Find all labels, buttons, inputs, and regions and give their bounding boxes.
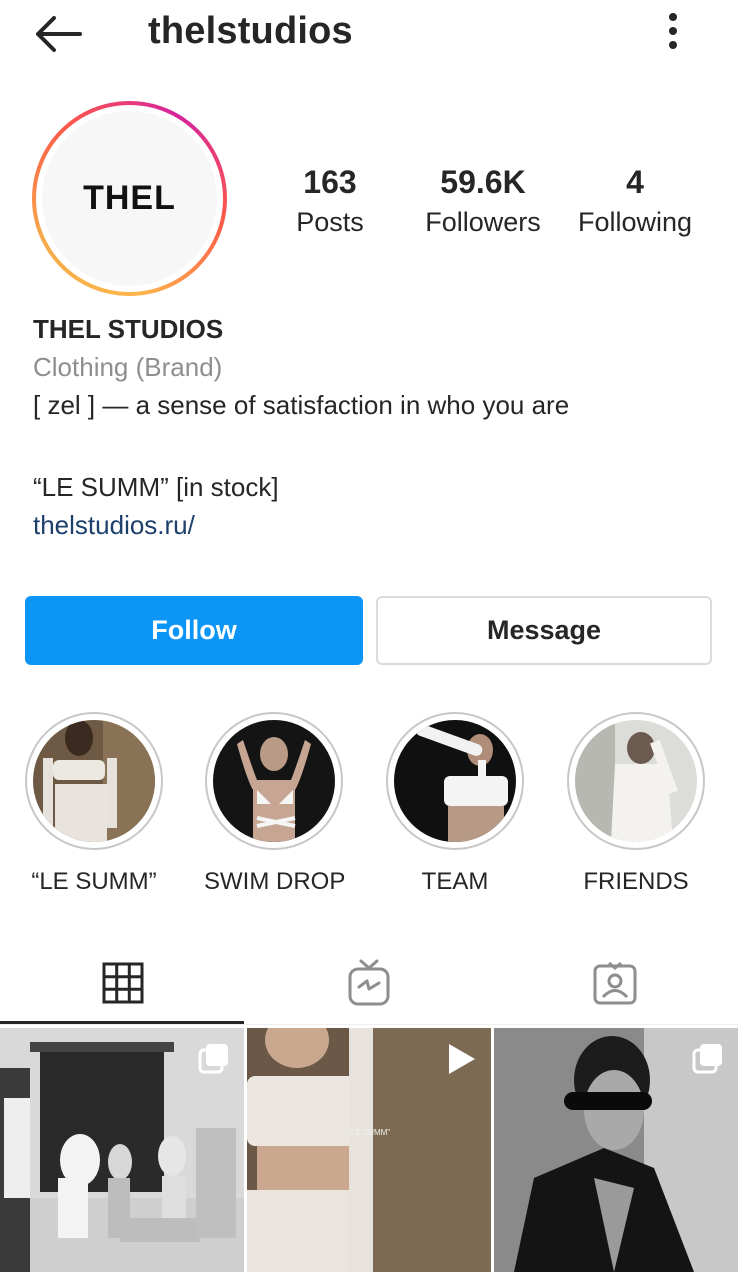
- highlight-cover-image: [575, 720, 697, 842]
- carousel-icon: [198, 1044, 228, 1074]
- following-stat[interactable]: 4 Following: [568, 162, 702, 240]
- highlight-label: “LE SUMM”: [31, 868, 157, 895]
- highlight-item[interactable]: “LE SUMM”: [24, 712, 164, 896]
- top-bar: thelstudios: [0, 0, 738, 64]
- highlight-cover-image: [213, 720, 335, 842]
- posts-label: Posts: [296, 207, 364, 237]
- follow-button[interactable]: Follow: [25, 596, 363, 665]
- post-thumbnail[interactable]: "LE SUMM": [247, 1028, 491, 1272]
- avatar-logo-text: THEL: [83, 179, 176, 217]
- arrow-left-icon: [36, 16, 82, 52]
- highlight-item[interactable]: TEAM: [385, 712, 525, 896]
- avatar[interactable]: THEL: [42, 111, 217, 286]
- post-overlay-text: "LE SUMM": [348, 1128, 391, 1137]
- post-thumbnail[interactable]: [494, 1028, 738, 1272]
- bio-line: [ zel ] — a sense of satisfaction in who…: [33, 390, 570, 420]
- igtv-icon: [348, 959, 390, 1006]
- highlight-label: TEAM: [421, 868, 489, 895]
- tagged-icon: [593, 961, 637, 1005]
- profile-bio: THEL STUDIOS Clothing (Brand) [ zel ] — …: [33, 310, 713, 544]
- highlight-cover-ring: [386, 712, 524, 850]
- highlight-cover-image: [33, 720, 155, 842]
- highlight-cover-ring: [567, 712, 705, 850]
- highlight-item[interactable]: SWIM DROP: [204, 712, 346, 896]
- posts-stat[interactable]: 163 Posts: [280, 162, 380, 240]
- more-vertical-icon: [669, 13, 677, 49]
- highlight-cover-ring: [25, 712, 163, 850]
- bio-line: “LE SUMM” [in stock]: [33, 472, 279, 502]
- followers-stat[interactable]: 59.6K Followers: [413, 162, 553, 240]
- play-icon: [449, 1044, 475, 1074]
- following-label: Following: [577, 207, 693, 237]
- profile-username: thelstudios: [148, 10, 353, 52]
- story-ring[interactable]: THEL: [32, 101, 227, 296]
- highlight-item[interactable]: FRIENDS: [566, 712, 706, 896]
- more-options-button[interactable]: [656, 10, 690, 54]
- followers-label: Followers: [425, 207, 541, 237]
- tab-tagged[interactable]: [492, 940, 738, 1026]
- back-button[interactable]: [32, 12, 84, 56]
- tab-posts-grid[interactable]: [0, 940, 246, 1026]
- highlight-label: SWIM DROP: [204, 868, 346, 895]
- message-button[interactable]: Message: [376, 596, 712, 665]
- tab-igtv[interactable]: [246, 940, 492, 1026]
- posts-count: 163: [303, 164, 357, 200]
- following-count: 4: [626, 164, 644, 200]
- highlight-cover-ring: [205, 712, 343, 850]
- highlight-label: FRIENDS: [583, 868, 689, 895]
- grid-icon: [102, 962, 144, 1004]
- highlight-cover-image: [394, 720, 516, 842]
- profile-tabs: [0, 940, 738, 1028]
- carousel-icon: [692, 1044, 722, 1074]
- profile-website-link[interactable]: thelstudios.ru/: [33, 506, 713, 544]
- post-thumbnail[interactable]: [0, 1028, 244, 1272]
- tabs-divider: [0, 1024, 738, 1025]
- profile-display-name: THEL STUDIOS: [33, 314, 224, 344]
- profile-category: Clothing (Brand): [33, 352, 223, 382]
- followers-count: 59.6K: [440, 164, 526, 200]
